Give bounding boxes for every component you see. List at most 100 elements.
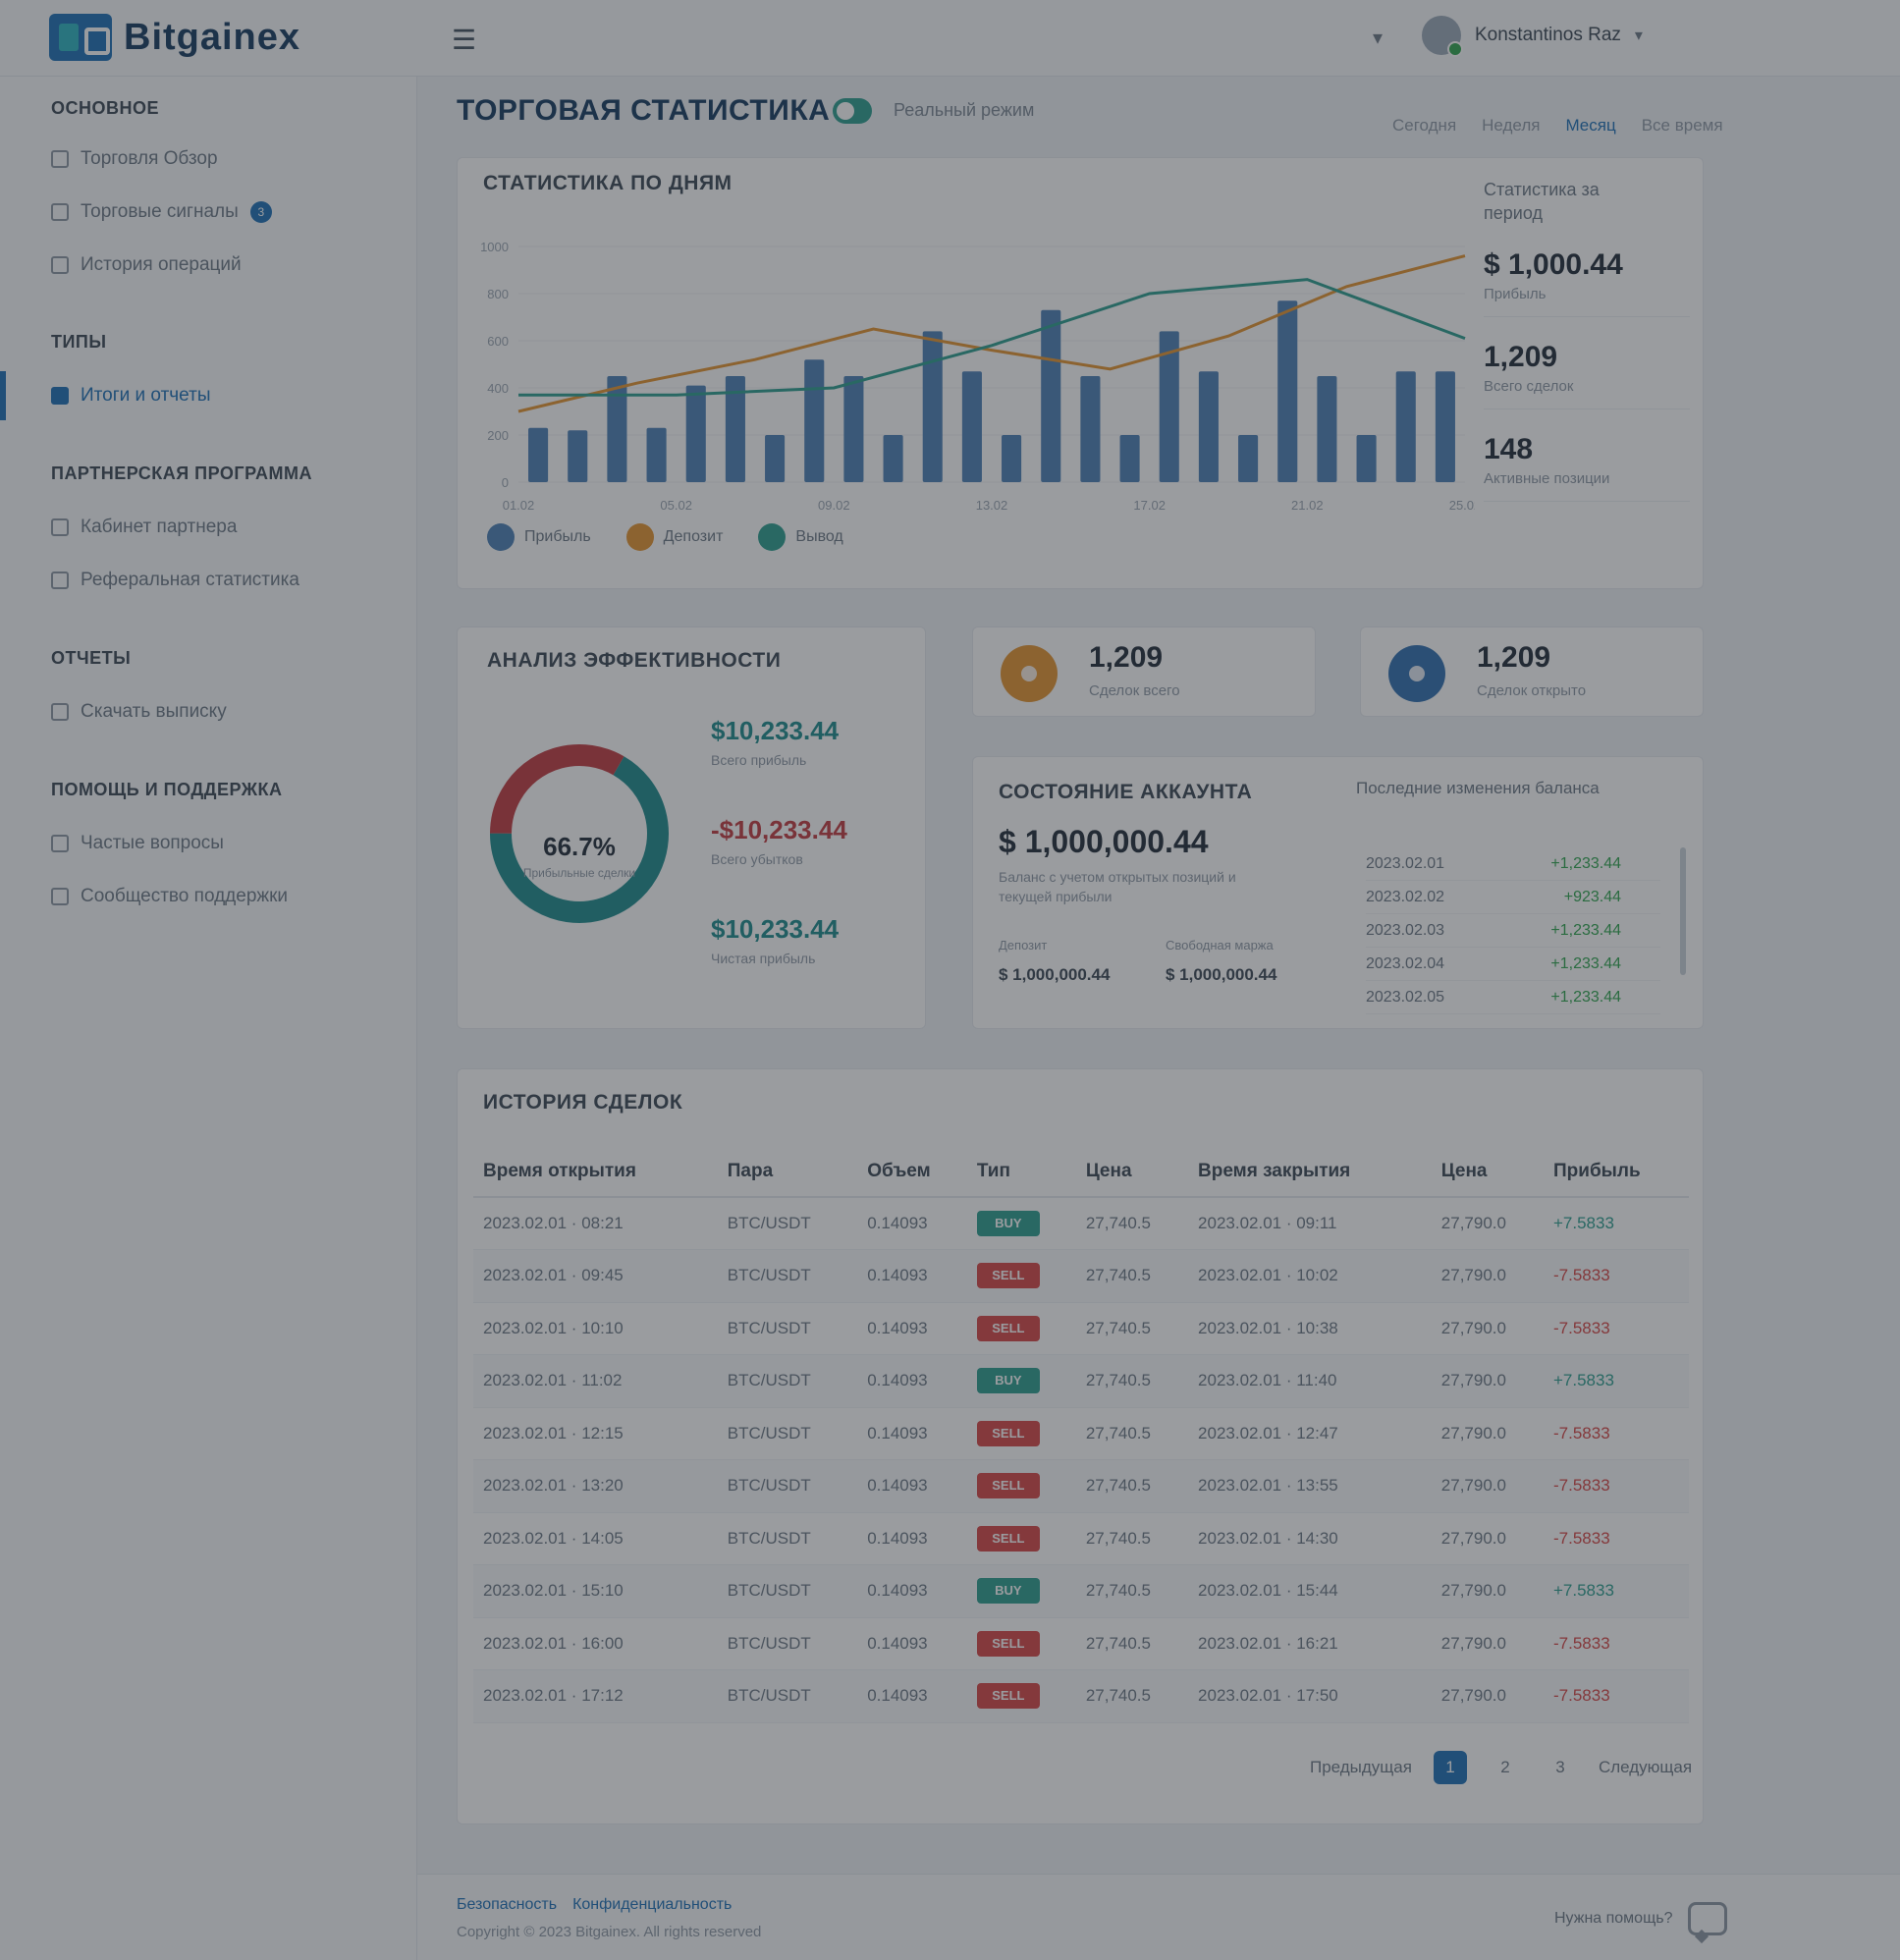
tab-week[interactable]: Неделя [1482,116,1540,136]
bar-profit[interactable] [646,427,667,482]
type-badge: SELL [976,1525,1040,1552]
bar-profit[interactable] [765,435,786,482]
bar-profit[interactable] [1317,376,1337,482]
sidebar-item-reports[interactable]: Итоги и отчеты [51,385,210,407]
period-tabs: Сегодня Неделя Месяц Все время [1392,116,1723,136]
sidebar-item-support[interactable]: Сообщество поддержки [51,886,288,907]
sidebar-item-label: Частые вопросы [81,833,224,853]
sidebar-item-faq[interactable]: Частые вопросы [51,833,224,854]
table-row[interactable]: 2023.02.01 · 10:10 BTC/USDT 0.14093 SELL 27,… [473,1302,1689,1355]
bar-profit[interactable] [1356,435,1377,482]
page-button[interactable]: 3 [1544,1751,1577,1784]
bar-profit[interactable] [1080,376,1101,482]
user-menu[interactable]: Konstantinos Raz ▾ [1422,16,1643,57]
bar-profit[interactable] [1395,371,1416,482]
chat-bubble-icon[interactable] [1688,1902,1728,1935]
footer-link-security[interactable]: Безопасность [457,1896,557,1914]
table-row[interactable]: 2023.02.01 · 16:00 BTC/USDT 0.14093 SELL 27,… [473,1617,1689,1670]
col-pair[interactable]: Пара [717,1146,858,1198]
bar-profit[interactable] [1435,371,1455,482]
col-open-time[interactable]: Время открытия [473,1146,718,1198]
count-badge: 3 [249,201,272,223]
hamburger-icon[interactable]: ☰ [452,24,476,56]
table-row[interactable]: 2023.02.01 · 08:21 BTC/USDT 0.14093 BUY 27,7… [473,1197,1689,1250]
y-tick-label: 600 [487,334,509,349]
col-profit[interactable]: Прибыль [1544,1146,1689,1198]
sidebar-item-history[interactable]: История операций [51,254,242,276]
user-chevron-icon[interactable]: ▾ [1635,26,1643,45]
next-page-button[interactable]: Следующая [1599,1758,1692,1777]
change-date: 2023.02.02 [1366,888,1445,905]
col-close-price[interactable]: Цена [1431,1146,1544,1198]
bar-profit[interactable] [607,376,627,482]
sidebar-item-referral[interactable]: Реферальная статистика [51,570,299,591]
bar-profit[interactable] [528,427,549,482]
x-tick-label: 13.02 [976,498,1008,513]
bar-profit[interactable] [843,376,864,482]
table-row[interactable]: 2023.02.01 · 13:20 BTC/USDT 0.14093 SELL 27,… [473,1459,1689,1513]
bar-profit[interactable] [922,331,943,482]
sidebar-item-overview[interactable]: Торговля Обзор [51,148,218,170]
change-value: +1,233.44 [1550,921,1621,939]
sidebar-item-partner[interactable]: Кабинет партнера [51,517,237,538]
bar-profit[interactable] [568,430,588,482]
sidebar: ОСНОВНОЕ Торговля Обзор Торговые сигналы… [0,77,417,1960]
x-tick-label: 09.02 [818,498,850,513]
bar-profit[interactable] [1041,309,1061,482]
sidebar-item-signals[interactable]: Торговые сигналы 3 [51,201,272,223]
page-button[interactable]: 2 [1489,1751,1522,1784]
cell-volume: 0.14093 [857,1459,967,1513]
cell-type: SELL [966,1249,1076,1303]
type-badge: SELL [976,1263,1040,1289]
stat-label: Прибыль [1484,286,1547,302]
col-open-price[interactable]: Цена [1075,1146,1189,1198]
mode-toggle[interactable] [833,98,872,124]
copyright: Copyright © 2023 Bitgainex. All rights r… [457,1924,762,1940]
bar-profit[interactable] [804,359,825,482]
bar-profit[interactable] [883,435,903,482]
col-close-time[interactable]: Время закрытия [1188,1146,1432,1198]
legend-item[interactable]: Депозит [625,523,724,551]
legend-label: Депозит [663,528,724,545]
table-row[interactable]: 2023.02.01 · 14:05 BTC/USDT 0.14093 SELL 27,… [473,1512,1689,1565]
avatar[interactable] [1422,16,1463,57]
bar-profit[interactable] [1002,435,1022,482]
bar-profit[interactable] [1198,371,1219,482]
change-date: 2023.02.05 [1366,988,1445,1006]
list-scrollbar[interactable] [1680,847,1686,975]
support-link[interactable]: Нужна помощь? [1554,1902,1728,1935]
legend-swatch [625,523,654,551]
legend-swatch [487,523,515,551]
col-type[interactable]: Тип [966,1146,1076,1198]
net-profit-value: $10,233.44 [711,914,840,944]
table-row[interactable]: 2023.02.01 · 15:10 BTC/USDT 0.14093 BUY 27,7… [473,1564,1689,1618]
table-row[interactable]: 2023.02.01 · 12:15 BTC/USDT 0.14093 SELL 27,… [473,1407,1689,1460]
col-volume[interactable]: Объем [857,1146,967,1198]
tab-all-time[interactable]: Все время [1642,116,1723,136]
cell-close-time: 2023.02.01 · 12:47 [1188,1407,1432,1460]
table-row[interactable]: 2023.02.01 · 11:02 BTC/USDT 0.14093 BUY 27,7… [473,1354,1689,1408]
table-row[interactable]: 2023.02.01 · 09:45 BTC/USDT 0.14093 SELL 27,… [473,1249,1689,1303]
sidebar-item-download[interactable]: Скачать выписку [51,701,227,723]
bar-profit[interactable] [1119,435,1140,482]
bar-profit[interactable] [685,385,706,482]
tab-month[interactable]: Месяц [1565,116,1615,136]
efficiency-card: АНАЛИЗ ЭФФЕКТИВНОСТИ 66.7% Прибыльные сд… [457,626,926,1029]
bar-profit[interactable] [1238,435,1259,482]
table-row[interactable]: 2023.02.01 · 17:12 BTC/USDT 0.14093 SELL 27,… [473,1669,1689,1723]
y-tick-label: 400 [487,381,509,396]
legend-item[interactable]: Прибыль [487,523,591,551]
bar-profit[interactable] [1277,300,1298,482]
legend-item[interactable]: Вывод [758,523,843,551]
brand-logo[interactable]: Bitgainex [49,14,300,61]
bar-profit[interactable] [961,371,982,482]
cell-open-time: 2023.02.01 · 15:10 [473,1564,718,1618]
prev-page-button[interactable]: Предыдущая [1310,1758,1412,1777]
tab-today[interactable]: Сегодня [1392,116,1456,136]
balance-changes-title: Последние изменения баланса [1356,779,1600,797]
footer-link-privacy[interactable]: Конфиденциальность [572,1896,732,1914]
change-date: 2023.02.03 [1366,921,1445,939]
chevron-down-icon[interactable]: ▾ [1373,26,1383,50]
cell-open-price: 27,740.5 [1075,1249,1189,1303]
page-button[interactable]: 1 [1433,1751,1467,1784]
